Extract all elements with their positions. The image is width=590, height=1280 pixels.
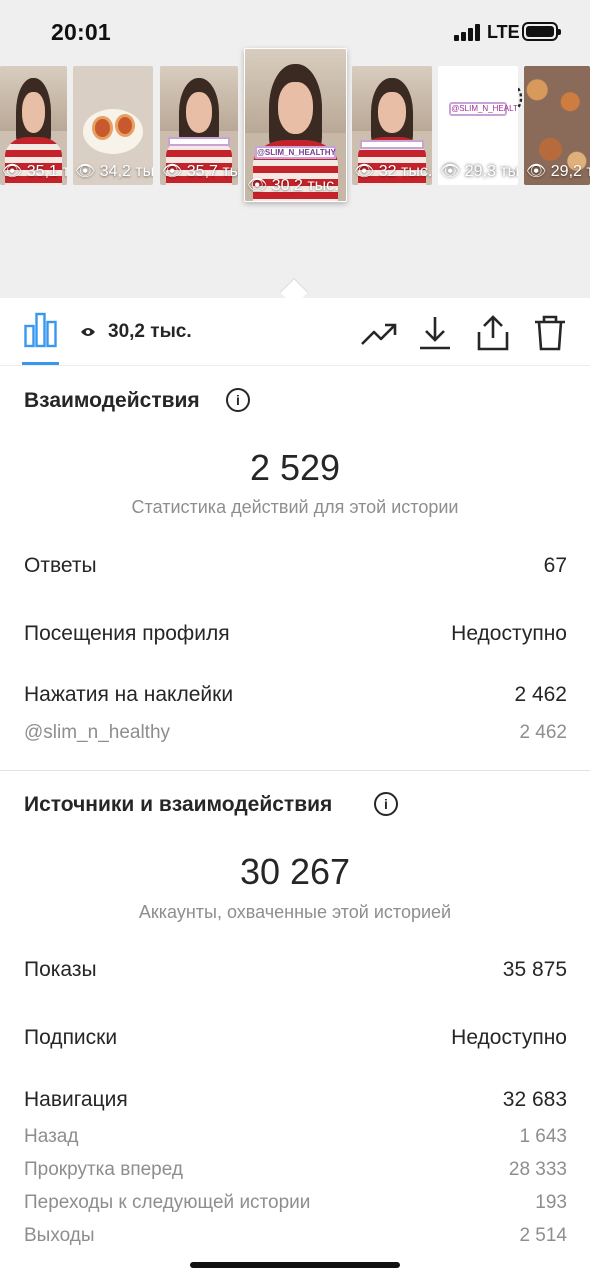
info-icon[interactable]: i [226,388,250,412]
eye-icon [81,328,95,336]
story-views: 👁 35,1 тыс. [2,163,67,180]
story-thumbnail[interactable]: 👁 35,1 тыс. [0,66,67,185]
story-thumbnail-selected[interactable]: @SLIM_N_HEALTHY 👁 30,2 тыс. [244,48,347,202]
stat-subrow: @slim_n_healthy 2 462 [24,722,567,743]
share-icon[interactable] [474,314,512,352]
trending-icon[interactable] [360,314,398,352]
story-thumbnail[interactable]: @SLIM_N_HEALTHY 👁 29,3 тыс. [438,66,518,185]
story-views: 👁 29,2 тыс. [526,163,590,180]
story-thumbnail[interactable]: 👁 35,7 тыс. [160,66,238,185]
story-views: 👁 32 тыс. [354,163,432,180]
trash-icon[interactable] [531,314,569,352]
interactions-caption: Статистика действий для этой истории [131,497,459,517]
story-sticker: @SLIM_N_HEALTHY [449,101,518,116]
info-icon[interactable]: i [374,792,398,816]
stat-row: Посещения профиля Недоступно [24,622,567,645]
network-type: LTE [487,22,520,42]
views-count: 30,2 тыс. [108,321,192,342]
story-views: 👁 35,7 тыс. [162,163,238,180]
discovery-total: 30 267 [239,851,351,892]
interactions-total: 2 529 [249,447,341,488]
stat-row: Нажатия на наклейки 2 462 [24,683,567,706]
home-indicator[interactable] [190,1262,400,1268]
stat-row: Показы 35 875 [24,958,567,981]
stat-row: Навигация 32 683 [24,1088,567,1111]
active-tab-indicator [22,362,59,365]
interactions-title: Взаимодействия [24,389,200,412]
signal-icon [454,24,482,41]
status-time: 20:01 [51,19,111,45]
stat-row: Подписки Недоступно [24,1026,567,1049]
stat-subrow: Переходы к следующей истории 193 [24,1192,567,1213]
story-views: 👁 29,3 тыс. [440,163,518,180]
discovery-section: Источники и взаимодействия i 30 267 Акка… [0,771,590,1251]
story-thumbnail[interactable]: 👁 34,2 тыс. [73,66,153,185]
discovery-caption: Аккаунты, охваченные этой историей [138,902,452,922]
stat-subrow: Назад 1 643 [24,1126,567,1147]
stat-subrow: Выходы 2 514 [24,1225,567,1246]
story-views: 👁 34,2 тыс. [75,163,153,180]
stat-row: Ответы 67 [24,554,567,577]
story-sticker: @SLIM_N_HEALTHY [255,146,336,160]
stat-subrow: Прокрутка вперед 28 333 [24,1159,567,1180]
story-views: 👁 30,2 тыс. [247,177,339,194]
interactions-section: Взаимодействия i 2 529 Статистика действ… [0,367,590,770]
story-thumbnail[interactable]: 👁 29,2 тыс. [524,66,590,185]
download-icon[interactable] [416,314,454,352]
insights-toolbar: 30,2 тыс. [0,298,590,366]
bar-chart-icon[interactable] [24,312,57,348]
story-thumbnail[interactable]: 👁 32 тыс. [352,66,432,185]
battery-icon [522,22,561,41]
discovery-title: Источники и взаимодействия [24,793,333,816]
